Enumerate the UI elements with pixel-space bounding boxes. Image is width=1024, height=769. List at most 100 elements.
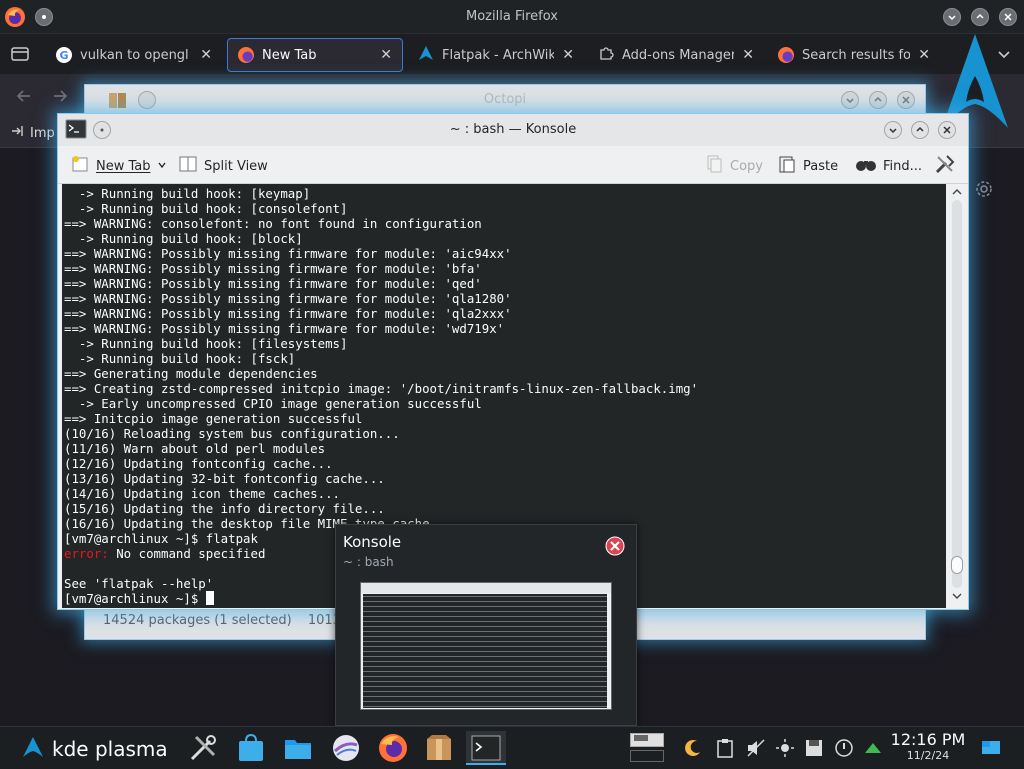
- scroll-track[interactable]: [952, 200, 962, 588]
- window-thumbnail: [360, 582, 612, 710]
- settings-button[interactable]: [934, 154, 956, 178]
- close-tab-icon[interactable]: ✕: [918, 47, 930, 63]
- terminal-scrollbar[interactable]: [948, 184, 966, 608]
- chevron-down-icon[interactable]: [157, 159, 167, 174]
- preview-subtitle: ~ : bash: [343, 555, 394, 569]
- close-icon[interactable]: [605, 536, 625, 556]
- firefox-maximize-button[interactable]: [971, 8, 989, 26]
- terminal-line: -> Running build hook: [consolefont]: [64, 201, 348, 216]
- find-label: Find...: [883, 158, 923, 174]
- konsole-minimize-button[interactable]: [884, 121, 902, 139]
- split-view-button[interactable]: Split View: [178, 154, 268, 178]
- new-tab-label: New Tab: [96, 158, 151, 174]
- terminal-line: ==> WARNING: Possibly missing firmware f…: [64, 261, 482, 276]
- import-icon: [10, 124, 24, 142]
- clipboard-icon[interactable]: [714, 737, 736, 759]
- tab-addons-manager[interactable]: Add-ons Manager ✕: [588, 38, 764, 72]
- gear-icon[interactable]: [975, 180, 993, 198]
- expand-tray-icon[interactable]: [862, 737, 884, 759]
- back-icon[interactable]: [14, 86, 34, 106]
- firefox-app-icon: [4, 6, 26, 28]
- launcher-label: kde plasma: [52, 737, 168, 761]
- konsole-close-button[interactable]: [938, 121, 956, 139]
- tab-list-icon[interactable]: [10, 44, 30, 64]
- volume-muted-icon[interactable]: [745, 737, 767, 759]
- copy-button[interactable]: Copy: [704, 154, 763, 178]
- bookmark-label: Imp: [30, 125, 55, 141]
- tab-search-results[interactable]: Search results for ' ✕: [768, 38, 940, 72]
- tab-vulkan[interactable]: G vulkan to opengl d ✕: [46, 38, 222, 72]
- terminal-line: -> Running build hook: [keymap]: [64, 186, 311, 201]
- terminal-line: -> Early uncompressed CPIO image generat…: [64, 396, 482, 411]
- scroll-up-icon[interactable]: [951, 186, 963, 198]
- dolphin-files-icon[interactable]: [283, 733, 313, 763]
- show-desktop-icon[interactable]: [980, 737, 1002, 759]
- digital-clock[interactable]: 12:16 PM 11/2/24: [888, 730, 968, 762]
- update-notifier-icon[interactable]: [833, 737, 855, 759]
- close-tab-icon[interactable]: ✕: [380, 47, 392, 63]
- octopi-maximize-button[interactable]: [869, 91, 887, 109]
- tab-label: Search results for ': [802, 47, 911, 63]
- konsole-menu-button[interactable]: [93, 121, 111, 139]
- scroll-thumb[interactable]: [951, 556, 963, 574]
- konsole-window-title: ~ : bash — Konsole: [449, 122, 577, 137]
- konsole-titlebar: ~ : bash — Konsole: [58, 114, 968, 146]
- close-tab-icon[interactable]: ✕: [200, 47, 212, 63]
- firefox-menu-button[interactable]: [35, 8, 53, 26]
- terminal-line: ==> WARNING: Possibly missing firmware f…: [64, 321, 505, 336]
- terminal-lines: -> Running build hook: [keymap] -> Runni…: [64, 186, 946, 546]
- new-tab-button[interactable]: New Tab: [70, 154, 167, 178]
- browser-globe-icon[interactable]: [331, 733, 361, 763]
- package-manager-icon[interactable]: [424, 733, 454, 763]
- terminal-line: (10/16) Reloading system bus configurati…: [64, 426, 400, 441]
- error-message: No command specified: [108, 546, 266, 561]
- terminal-line: -> Running build hook: [block]: [64, 231, 303, 246]
- paste-icon: [777, 154, 797, 178]
- wrench-screwdriver-icon: [934, 153, 956, 179]
- terminal-line: (14/16) Updating icon theme caches...: [64, 486, 341, 501]
- error-label: error:: [64, 546, 109, 561]
- find-button[interactable]: Find...: [855, 154, 922, 178]
- tab-label: New Tab: [262, 47, 317, 63]
- virtual-desktop-pager[interactable]: [630, 731, 666, 765]
- tab-new-tab[interactable]: New Tab ✕: [227, 38, 403, 72]
- terminal-line: ==> Initcpio image generation successful: [64, 411, 363, 426]
- application-launcher[interactable]: kde plasma: [22, 736, 168, 762]
- taskbar-konsole[interactable]: [466, 731, 506, 765]
- firefox-close-button[interactable]: [999, 8, 1017, 26]
- firefox-titlebar: Mozilla Firefox: [0, 0, 1024, 34]
- night-color-icon[interactable]: [682, 737, 704, 759]
- konsole-task-preview[interactable]: Konsole ~ : bash: [335, 524, 637, 726]
- konsole-maximize-button[interactable]: [911, 121, 929, 139]
- storage-device-icon[interactable]: [803, 737, 825, 759]
- scroll-down-icon[interactable]: [951, 590, 963, 602]
- terminal-line: -> Running build hook: [filesystems]: [64, 336, 348, 351]
- firefox-icon: [238, 47, 254, 63]
- brightness-icon[interactable]: [774, 737, 796, 759]
- firefox-tab-bar: G vulkan to opengl d ✕ New Tab ✕ Flatpak…: [0, 34, 1024, 74]
- octopi-close-button[interactable]: [897, 91, 915, 109]
- terminal-line: ==> WARNING: Possibly missing firmware f…: [64, 306, 512, 321]
- firefox-minimize-button[interactable]: [943, 8, 961, 26]
- terminal-line: ==> Generating module dependencies: [64, 366, 318, 381]
- terminal-line: ==> Creating zstd-compressed initcpio im…: [64, 381, 699, 396]
- close-tab-icon[interactable]: ✕: [562, 47, 574, 63]
- discover-store-icon[interactable]: [237, 733, 265, 763]
- terminal-line: (11/16) Warn about old perl modules: [64, 441, 326, 456]
- bookmark-import[interactable]: Imp: [10, 124, 55, 142]
- plasma-taskbar: kde plasma 12:16 PM 11/2/24: [0, 726, 1024, 768]
- forward-icon[interactable]: [50, 86, 70, 106]
- system-settings-icon[interactable]: [188, 733, 218, 763]
- preview-title: Konsole: [343, 533, 402, 551]
- tab-label: vulkan to opengl d: [80, 47, 193, 63]
- octopi-minimize-button[interactable]: [841, 91, 859, 109]
- konsole-app-icon: [65, 119, 87, 139]
- terminal-line: (15/16) Updating the info directory file…: [64, 501, 385, 516]
- tab-flatpak-archwiki[interactable]: Flatpak - ArchWiki ✕: [408, 38, 584, 72]
- octopi-titlebar: Octopi: [85, 85, 925, 115]
- firefox-icon[interactable]: [377, 732, 409, 764]
- arch-icon: [418, 45, 434, 65]
- paste-button[interactable]: Paste: [777, 154, 838, 178]
- close-tab-icon[interactable]: ✕: [742, 47, 754, 63]
- octopi-menu-button[interactable]: [138, 91, 156, 109]
